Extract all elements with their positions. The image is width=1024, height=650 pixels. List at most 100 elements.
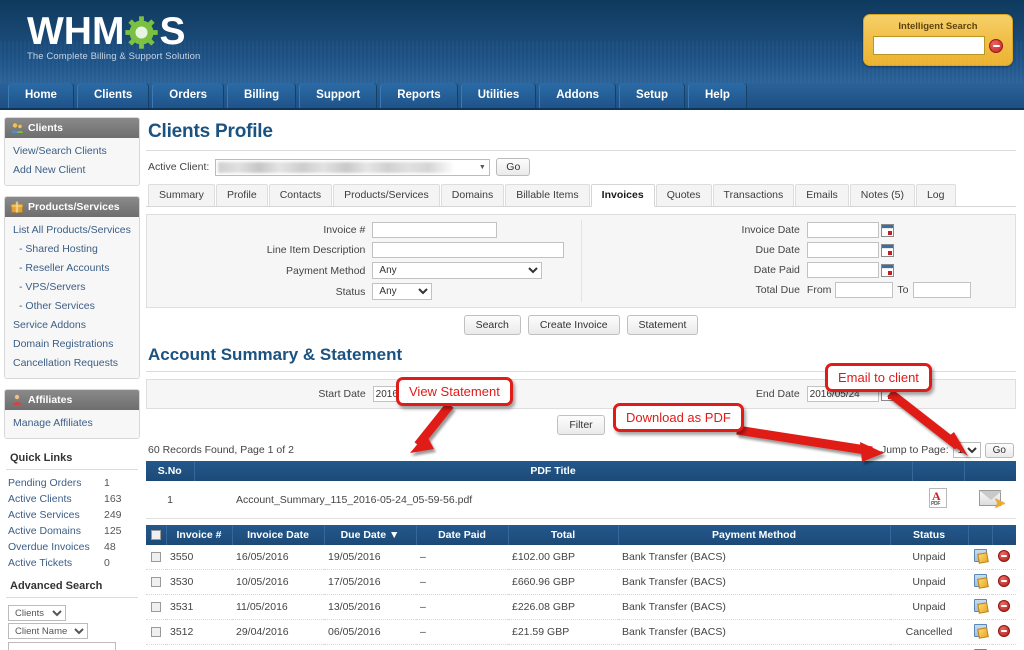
due-date-input[interactable]	[806, 242, 879, 258]
total-due-from-input[interactable]	[835, 282, 894, 298]
search-button[interactable]: Search	[463, 315, 521, 335]
edit-icon[interactable]	[973, 599, 987, 612]
sidebar-link-shared-hosting[interactable]: - Shared Hosting	[5, 240, 139, 259]
row-checkbox-cell[interactable]	[146, 569, 166, 595]
nav-item-clients[interactable]: Clients	[76, 83, 150, 108]
sidebar-link-list-all-products[interactable]: List All Products/Services	[5, 221, 139, 240]
delete-icon[interactable]	[998, 624, 1010, 637]
invoices-col-total[interactable]: Total	[508, 525, 619, 545]
tab-products-services[interactable]: Products/Services	[333, 184, 440, 206]
email-icon[interactable]: ➤	[979, 490, 1006, 511]
tab-notes[interactable]: Notes (5)	[849, 184, 915, 206]
delete-icon[interactable]	[998, 574, 1010, 587]
tab-billable-items[interactable]: Billable Items	[505, 184, 590, 206]
payment-method-select[interactable]: Any	[372, 262, 543, 279]
sidebar-link-cancellation-requests[interactable]: Cancellation Requests	[5, 354, 139, 373]
pdf-col-sno[interactable]: S.No	[146, 461, 195, 481]
row-delete-cell[interactable]	[992, 644, 1016, 650]
tab-quotes[interactable]: Quotes	[655, 184, 712, 206]
row-edit-cell[interactable]	[968, 619, 992, 645]
nav-item-reports[interactable]: Reports	[380, 83, 458, 108]
advanced-search-type-select[interactable]: Clients	[8, 605, 66, 621]
sidebar-link-add-new-client[interactable]: Add New Client	[5, 161, 139, 180]
row-invoice-number[interactable]: 3512	[166, 619, 232, 645]
select-all-checkbox[interactable]	[150, 530, 161, 541]
tab-contacts[interactable]: Contacts	[268, 184, 333, 206]
row-edit-cell[interactable]	[968, 644, 992, 650]
sidebar-link-view-search-clients[interactable]: View/Search Clients	[5, 142, 139, 161]
nav-item-utilities[interactable]: Utilities	[460, 83, 537, 108]
pdf-row-email-cell[interactable]: ➤	[964, 481, 1016, 519]
invoices-col-payment-method[interactable]: Payment Method	[618, 525, 891, 545]
invoices-col-status[interactable]: Status	[890, 525, 969, 545]
pdf-icon[interactable]: A PDF	[929, 488, 947, 508]
sidebar-link-domain-registrations[interactable]: Domain Registrations	[5, 335, 139, 354]
tab-invoices[interactable]: Invoices	[590, 184, 655, 207]
row-invoice-number[interactable]: 3550	[166, 545, 232, 570]
edit-icon[interactable]	[973, 574, 987, 587]
row-checkbox[interactable]	[151, 552, 161, 563]
sidebar-link-manage-affiliates[interactable]: Manage Affiliates	[5, 414, 139, 433]
jump-to-page-go-button[interactable]: Go	[984, 442, 1014, 458]
edit-icon[interactable]	[973, 624, 987, 637]
quick-link-pending-orders[interactable]: Pending Orders	[8, 477, 82, 489]
calendar-icon[interactable]	[880, 263, 894, 277]
quick-link-active-services[interactable]: Active Services	[8, 509, 80, 521]
nav-item-home[interactable]: Home	[8, 83, 74, 108]
total-due-to-input[interactable]	[912, 282, 971, 298]
create-invoice-button[interactable]: Create Invoice	[527, 315, 620, 335]
whmcs-logo[interactable]: WHM S The Complete Billing & Support Sol…	[27, 10, 200, 62]
filter-button[interactable]: Filter	[557, 415, 605, 435]
line-item-description-input[interactable]	[372, 242, 565, 258]
status-filter-select[interactable]: Any	[372, 283, 433, 300]
invoices-col-date-paid[interactable]: Date Paid	[416, 525, 509, 545]
advanced-search-field-select[interactable]: Client Name	[8, 623, 88, 639]
quick-link-overdue-invoices[interactable]: Overdue Invoices	[8, 541, 90, 553]
row-invoice-number[interactable]: 3479	[166, 644, 232, 650]
row-invoice-number[interactable]: 3530	[166, 569, 232, 595]
row-checkbox-cell[interactable]	[146, 594, 166, 620]
tab-domains[interactable]: Domains	[440, 184, 505, 206]
invoice-number-input[interactable]	[372, 222, 498, 238]
row-checkbox[interactable]	[151, 627, 161, 638]
row-checkbox-cell[interactable]	[146, 644, 166, 650]
row-delete-cell[interactable]	[992, 619, 1016, 645]
invoices-col-select[interactable]	[146, 525, 167, 545]
jump-to-page-select[interactable]: 1	[952, 442, 981, 458]
pdf-row-title[interactable]: Account_Summary_115_2016-05-24_05-59-56.…	[194, 481, 912, 519]
nav-item-billing[interactable]: Billing	[227, 83, 297, 108]
nav-item-help[interactable]: Help	[688, 83, 747, 108]
tab-emails[interactable]: Emails	[795, 184, 849, 206]
invoices-col-invoice-date[interactable]: Invoice Date	[232, 525, 325, 545]
date-paid-input[interactable]	[806, 262, 879, 278]
nav-item-setup[interactable]: Setup	[619, 83, 685, 108]
row-edit-cell[interactable]	[968, 594, 992, 620]
sidebar-link-service-addons[interactable]: Service Addons	[5, 316, 139, 335]
statement-button[interactable]: Statement	[626, 315, 699, 335]
quick-link-active-tickets[interactable]: Active Tickets	[8, 557, 72, 569]
sidebar-link-reseller-accounts[interactable]: - Reseller Accounts	[5, 259, 139, 278]
invoices-col-invoice-number[interactable]: Invoice #	[166, 525, 233, 545]
row-checkbox-cell[interactable]	[146, 619, 166, 645]
sidebar-link-other-services[interactable]: - Other Services	[5, 297, 139, 316]
intelligent-search-input[interactable]	[873, 36, 985, 55]
row-delete-cell[interactable]	[992, 594, 1016, 620]
invoice-date-input[interactable]	[806, 222, 879, 238]
tab-transactions[interactable]: Transactions	[712, 184, 795, 206]
row-delete-cell[interactable]	[992, 545, 1016, 570]
active-client-select[interactable]: ▼	[215, 158, 491, 176]
pdf-col-title[interactable]: PDF Title	[194, 461, 913, 481]
tab-summary[interactable]: Summary	[148, 184, 215, 206]
row-delete-cell[interactable]	[992, 569, 1016, 595]
advanced-search-input[interactable]	[8, 642, 116, 650]
quick-link-active-domains[interactable]: Active Domains	[8, 525, 81, 537]
delete-icon[interactable]	[998, 549, 1010, 562]
calendar-icon[interactable]	[880, 243, 894, 257]
delete-icon[interactable]	[998, 599, 1010, 612]
nav-item-orders[interactable]: Orders	[152, 83, 225, 108]
active-client-go-button[interactable]: Go	[496, 158, 531, 176]
search-clear-icon[interactable]	[989, 38, 1003, 53]
invoices-col-due-date[interactable]: Due Date ▼	[324, 525, 417, 545]
row-checkbox[interactable]	[151, 577, 161, 588]
quick-link-active-clients[interactable]: Active Clients	[8, 493, 72, 505]
